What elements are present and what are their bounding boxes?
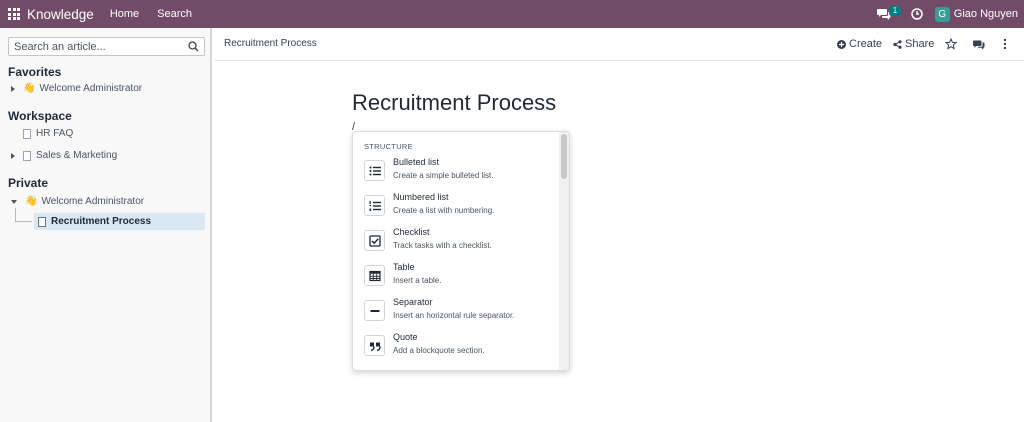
quote-icon bbox=[364, 335, 385, 356]
numbered-list-icon bbox=[364, 195, 385, 216]
page-icon bbox=[23, 150, 31, 161]
powerbox-item-title: Separator bbox=[393, 297, 433, 307]
caret-right-icon[interactable] bbox=[11, 85, 15, 92]
powerbox-item-bulleted-list[interactable]: Bulleted list Create a simple bulleted l… bbox=[353, 157, 559, 195]
section-private: Private bbox=[8, 176, 49, 190]
sidebar-item-label: Welcome Administrator bbox=[39, 83, 143, 94]
sidebar-item-sales-marketing[interactable]: Sales & Marketing bbox=[11, 147, 117, 164]
sidebar: Favorites 👋 Welcome Administrator Worksp… bbox=[0, 28, 212, 422]
apps-grid-icon[interactable] bbox=[8, 8, 20, 20]
powerbox-item-title: Quote bbox=[393, 332, 418, 342]
search-icon[interactable] bbox=[188, 41, 199, 52]
powerbox-item-title: Table bbox=[393, 262, 415, 272]
caret-right-icon[interactable] bbox=[11, 152, 15, 159]
sidebar-item-label: Sales & Marketing bbox=[36, 150, 118, 161]
app-brand[interactable]: Knowledge bbox=[27, 7, 94, 22]
bulleted-list-icon bbox=[364, 160, 385, 181]
navbar-systray: 1 G Giao Nguyen bbox=[876, 0, 1018, 28]
sidebar-item-label: Recruitment Process bbox=[51, 216, 152, 227]
powerbox-item-title: Numbered list bbox=[393, 192, 449, 202]
powerbox-item-checklist[interactable]: Checklist Track tasks with a checklist. bbox=[353, 227, 559, 265]
chat-counter-badge: 1 bbox=[888, 6, 902, 16]
table-icon bbox=[364, 265, 385, 286]
share-label: Share bbox=[905, 38, 935, 50]
breadcrumb[interactable]: Recruitment Process bbox=[224, 38, 317, 49]
wave-emoji-icon: 👋 bbox=[23, 83, 36, 94]
powerbox-item-desc: Add a blockquote section. bbox=[393, 346, 485, 355]
wave-emoji-icon: 👋 bbox=[25, 196, 38, 207]
powerbox-item-title: Checklist bbox=[393, 227, 430, 237]
page-icon bbox=[23, 128, 31, 139]
share-icon bbox=[893, 39, 902, 49]
powerbox-item-table[interactable]: Table Insert a table. bbox=[353, 262, 559, 300]
nav-menu-search[interactable]: Search bbox=[157, 8, 192, 20]
scrollbar-thumb[interactable] bbox=[561, 134, 567, 179]
section-workspace: Workspace bbox=[8, 109, 72, 123]
user-name: Giao Nguyen bbox=[953, 8, 1018, 20]
more-options-icon[interactable] bbox=[1002, 38, 1008, 50]
separator-icon bbox=[364, 300, 385, 321]
messaging-button[interactable]: 1 bbox=[876, 0, 902, 28]
powerbox-item-desc: Create a simple bulleted list. bbox=[393, 171, 494, 180]
page-icon bbox=[38, 216, 46, 227]
sidebar-item-label: HR FAQ bbox=[36, 128, 74, 139]
powerbox-item-numbered-list[interactable]: Numbered list Create a list with numberi… bbox=[353, 192, 559, 230]
article-search-box[interactable] bbox=[8, 37, 205, 56]
powerbox-item-desc: Insert an horizontal rule separator. bbox=[393, 311, 515, 320]
sidebar-item-private-welcome[interactable]: 👋 Welcome Administrator bbox=[11, 193, 144, 210]
sidebar-item-label: Welcome Administrator bbox=[41, 196, 145, 207]
sidebar-item-recruitment-process[interactable]: Recruitment Process bbox=[34, 213, 205, 230]
powerbox-item-quote[interactable]: Quote Add a blockquote section. bbox=[353, 332, 559, 370]
content-header: Recruitment Process Create Share bbox=[214, 28, 1024, 61]
nav-menu-home[interactable]: Home bbox=[110, 8, 139, 20]
user-menu[interactable]: G Giao Nguyen bbox=[934, 6, 1018, 22]
powerbox-scrollbar[interactable] bbox=[559, 132, 569, 370]
top-navbar: Knowledge Home Search 1 G Giao Nguyen bbox=[0, 0, 1024, 28]
tree-connector bbox=[15, 221, 32, 222]
powerbox-item-desc: Insert a table. bbox=[393, 276, 442, 285]
powerbox-item-desc: Create a list with numbering. bbox=[393, 206, 495, 215]
sidebar-item-favorite-welcome[interactable]: 👋 Welcome Administrator bbox=[11, 80, 142, 97]
star-icon[interactable] bbox=[945, 38, 957, 50]
sidebar-item-hr-faq[interactable]: HR FAQ bbox=[23, 125, 73, 142]
section-favorites: Favorites bbox=[8, 65, 62, 79]
create-label: Create bbox=[849, 38, 883, 50]
avatar: G bbox=[934, 6, 950, 22]
article-title[interactable]: Recruitment Process bbox=[352, 90, 556, 116]
comments-icon[interactable] bbox=[973, 39, 985, 51]
plus-circle-icon bbox=[837, 39, 846, 49]
create-button[interactable]: Create bbox=[837, 38, 882, 50]
caret-down-icon[interactable] bbox=[11, 199, 17, 204]
powerbox-item-separator[interactable]: Separator Insert an horizontal rule sepa… bbox=[353, 297, 559, 335]
checklist-icon bbox=[364, 230, 385, 251]
activity-clock-icon[interactable] bbox=[911, 8, 923, 20]
tree-connector bbox=[15, 208, 16, 222]
search-input[interactable] bbox=[9, 40, 179, 53]
powerbox-category: STRUCTURE bbox=[364, 142, 413, 151]
powerbox-item-desc: Track tasks with a checklist. bbox=[393, 241, 492, 250]
powerbox-item-title: Bulleted list bbox=[393, 157, 440, 167]
command-powerbox: STRUCTURE Bulleted list Create a simple … bbox=[352, 131, 570, 371]
share-button[interactable]: Share bbox=[893, 38, 934, 50]
